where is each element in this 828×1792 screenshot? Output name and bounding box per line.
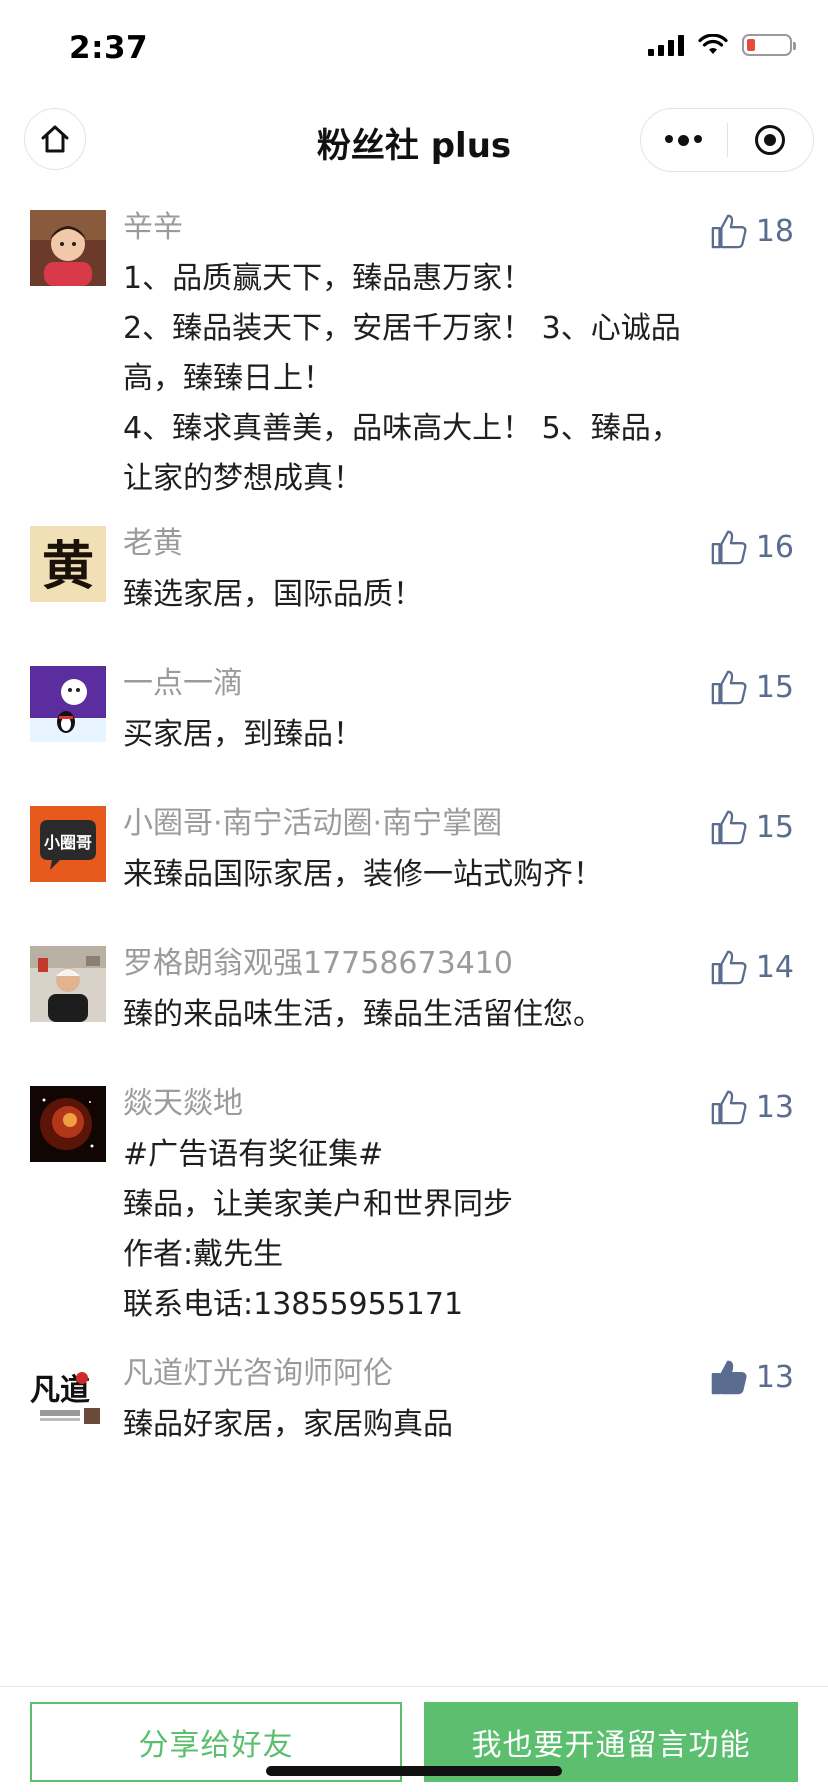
status-bar: 2:37: [0, 0, 828, 96]
avatar[interactable]: [30, 666, 106, 742]
comment-line: 2、臻品装天下，安居千万家！ 3、心诚品高，臻臻日上！: [123, 311, 681, 396]
comment-line: 作者:戴先生: [123, 1237, 284, 1272]
comment-text: 臻品好家居，家居购真品: [123, 1400, 698, 1450]
comment-text: 臻的来品味生活，臻品生活留住您。: [123, 990, 698, 1040]
comment-line: #广告语有奖征集#: [123, 1137, 384, 1172]
like-button[interactable]: 13: [710, 1356, 794, 1398]
svg-text:黄: 黄: [42, 536, 94, 597]
footer-divider: [0, 1686, 828, 1687]
status-time: 2:37: [69, 30, 149, 66]
mini-program-capsule: [640, 108, 814, 172]
like-button[interactable]: 15: [710, 666, 794, 708]
avatar[interactable]: [30, 210, 106, 286]
like-count: 18: [755, 213, 794, 249]
comment-line: 4、臻求真善美，品味高大上！ 5、臻品，让家的梦想成真！: [123, 411, 681, 496]
more-button[interactable]: [641, 109, 727, 171]
status-icons: [648, 34, 796, 56]
comment-author: 罗格朗翁观强17758673410: [123, 946, 513, 981]
avatar[interactable]: [30, 1086, 106, 1162]
thumbs-up-icon: [711, 810, 747, 845]
comment-line: 臻品好家居，家居购真品: [123, 1407, 453, 1442]
comment-line: 臻品，让美家美户和世界同步: [123, 1187, 513, 1222]
like-count: 13: [755, 1359, 794, 1395]
wifi-icon: [698, 34, 728, 54]
comment-text: 臻选家居，国际品质！: [123, 570, 698, 620]
like-count: 13: [755, 1089, 794, 1125]
thumbs-up-icon: [711, 670, 747, 705]
comment-author: 燚天燚地: [123, 1086, 243, 1121]
comment-line: 来臻品国际家居，装修一站式购齐！: [123, 857, 603, 892]
home-indicator[interactable]: [266, 1766, 562, 1776]
like-button[interactable]: 14: [710, 946, 794, 988]
child-photo-avatar: [30, 210, 106, 286]
like-count: 15: [755, 809, 794, 845]
thumbs-up-filled-icon: [711, 1360, 747, 1395]
like-button[interactable]: 16: [710, 526, 794, 568]
more-icon: [665, 134, 703, 146]
comment-line: 买家居，到臻品！: [123, 717, 363, 752]
comment-author: 凡道灯光咨询师阿伦: [123, 1356, 393, 1391]
comment-line: 臻选家居，国际品质！: [123, 577, 423, 612]
nebula-avatar: [30, 1086, 106, 1162]
battery-icon: [742, 34, 796, 56]
comment-author: 一点一滴: [123, 666, 243, 701]
comment-author: 辛辛: [123, 210, 183, 245]
thumbs-up-icon: [711, 530, 747, 565]
thumbs-up-icon: [711, 1090, 747, 1125]
close-program-button[interactable]: [728, 109, 814, 171]
avatar[interactable]: 小圈哥: [30, 806, 106, 882]
comment-author: 老黄: [123, 526, 183, 561]
avatar[interactable]: 黄: [30, 526, 106, 602]
calligraphy-avatar: 黄: [30, 526, 106, 602]
thumbs-up-icon: [711, 214, 747, 249]
fandao-logo-avatar: 凡道: [30, 1356, 106, 1432]
thumbs-up-icon: [711, 950, 747, 985]
like-button[interactable]: 18: [710, 210, 794, 252]
comment-author: 小圈哥·南宁活动圈·南宁掌圈: [123, 806, 503, 841]
comment-text: 1、品质赢天下，臻品惠万家！ 2、臻品装天下，安居千万家！ 3、心诚品高，臻臻日…: [123, 254, 698, 504]
avatar[interactable]: 凡道: [30, 1356, 106, 1432]
close-target-icon: [755, 125, 786, 155]
nav-bar: 粉丝社 plus: [0, 96, 828, 184]
signal-icon: [648, 34, 684, 56]
man-photo-avatar: [30, 946, 106, 1022]
like-count: 14: [755, 949, 794, 985]
like-button[interactable]: 15: [710, 806, 794, 848]
comment-line: 1、品质赢天下，臻品惠万家！: [123, 261, 533, 296]
penguin-avatar: [30, 666, 106, 742]
like-count: 16: [755, 529, 794, 565]
comment-line: 联系电话:13855955171: [123, 1287, 464, 1322]
comment-text: 来臻品国际家居，装修一站式购齐！: [123, 850, 698, 900]
like-button[interactable]: 13: [710, 1086, 794, 1128]
comment-text: #广告语有奖征集# 臻品，让美家美户和世界同步 作者:戴先生 联系电话:1385…: [123, 1130, 698, 1330]
comment-text: 买家居，到臻品！: [123, 710, 698, 760]
svg-text:小圈哥: 小圈哥: [44, 833, 92, 852]
xiaoquange-logo-avatar: 小圈哥: [30, 806, 106, 882]
comment-line: 臻的来品味生活，臻品生活留住您。: [123, 997, 603, 1032]
avatar[interactable]: [30, 946, 106, 1022]
like-count: 15: [755, 669, 794, 705]
